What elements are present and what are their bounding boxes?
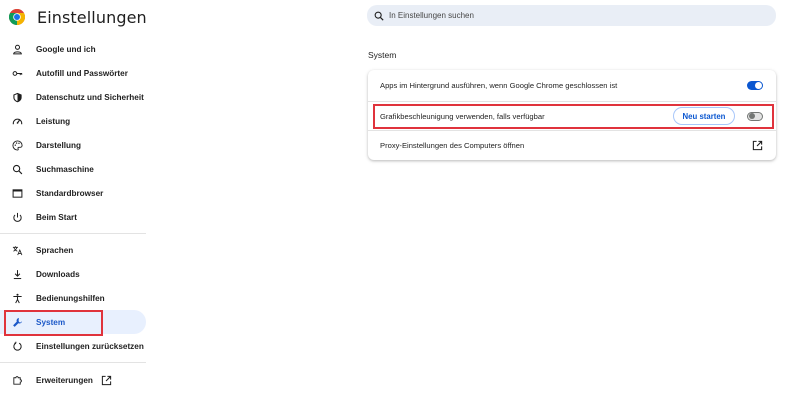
accessibility-icon xyxy=(13,293,22,303)
sidebar-item-google-und-ich[interactable]: Google und ich xyxy=(0,37,146,61)
speedometer-icon xyxy=(12,118,23,124)
app-title: Einstellungen xyxy=(37,7,147,27)
sidebar-item-label: Darstellung xyxy=(36,140,82,150)
background-apps-toggle[interactable] xyxy=(747,81,763,90)
sidebar-item-label: Downloads xyxy=(36,269,80,279)
search-icon xyxy=(374,11,384,21)
search-input[interactable] xyxy=(389,11,759,20)
setting-label: Grafikbeschleunigung verwenden, falls ve… xyxy=(380,111,545,121)
search-bar[interactable] xyxy=(367,5,776,26)
header: Einstellungen xyxy=(9,6,147,28)
toggle-knob xyxy=(749,113,755,119)
person-icon xyxy=(13,44,22,54)
sidebar-item-label: Google und ich xyxy=(36,44,96,54)
sidebar-divider xyxy=(0,233,146,234)
sidebar-item-autofill[interactable]: Autofill und Passwörter xyxy=(0,61,146,85)
sidebar-divider xyxy=(0,362,146,363)
setting-label: Apps im Hintergrund ausführen, wenn Goog… xyxy=(380,81,618,90)
sidebar-item-zuruecksetzen[interactable]: Einstellungen zurücksetzen xyxy=(0,334,146,358)
reset-icon xyxy=(13,341,22,351)
open-in-new-icon[interactable] xyxy=(752,140,763,151)
setting-row-background-apps[interactable]: Apps im Hintergrund ausführen, wenn Goog… xyxy=(368,71,776,100)
key-icon xyxy=(12,70,23,76)
sidebar-item-bedienungshilfen[interactable]: Bedienungshilfen xyxy=(0,286,146,310)
sidebar-item-sprachen[interactable]: Sprachen xyxy=(0,238,146,262)
sidebar-item-datenschutz[interactable]: Datenschutz und Sicherheit xyxy=(0,85,146,109)
open-in-new-icon xyxy=(101,375,112,385)
chrome-logo-icon xyxy=(9,9,25,25)
setting-row-proxy[interactable]: Proxy-Einstellungen des Computers öffnen xyxy=(368,130,776,159)
sidebar-item-label: Einstellungen zurücksetzen xyxy=(36,341,144,351)
sidebar-item-label: Datenschutz und Sicherheit xyxy=(36,92,144,102)
sidebar-item-standardbrowser[interactable]: Standardbrowser xyxy=(0,181,146,205)
sidebar-item-label: Erweiterungen xyxy=(36,375,93,385)
wrench-icon xyxy=(13,317,23,327)
sidebar-item-system[interactable]: System xyxy=(0,310,146,334)
download-icon xyxy=(13,269,22,279)
sidebar-item-erweiterungen[interactable]: Erweiterungen xyxy=(0,368,146,392)
shield-icon xyxy=(13,92,22,102)
hardware-acceleration-toggle[interactable] xyxy=(747,111,763,121)
sidebar-item-downloads[interactable]: Downloads xyxy=(0,262,146,286)
palette-icon xyxy=(12,139,23,151)
toggle-knob xyxy=(755,82,762,89)
search-icon xyxy=(12,164,23,174)
puzzle-icon xyxy=(13,375,22,385)
sidebar-item-leistung[interactable]: Leistung xyxy=(0,109,146,133)
sidebar-item-label: Autofill und Passwörter xyxy=(36,68,128,78)
setting-row-hardware-acceleration[interactable]: Grafikbeschleunigung verwenden, falls ve… xyxy=(368,101,776,130)
sidebar-item-label: Suchmaschine xyxy=(36,164,94,174)
sidebar-item-darstellung[interactable]: Darstellung xyxy=(0,133,146,157)
sidebar-item-label: Sprachen xyxy=(36,245,74,255)
sidebar-item-label: Standardbrowser xyxy=(36,188,104,198)
restart-button[interactable]: Neu starten xyxy=(673,107,735,125)
sidebar-item-label: Beim Start xyxy=(36,212,77,222)
section-title: System xyxy=(368,50,397,60)
sidebar-item-suchmaschine[interactable]: Suchmaschine xyxy=(0,157,146,181)
sidebar-item-label: Bedienungshilfen xyxy=(36,293,105,303)
system-settings-card: Apps im Hintergrund ausführen, wenn Goog… xyxy=(368,70,776,160)
setting-label: Proxy-Einstellungen des Computers öffnen xyxy=(380,140,525,150)
sidebar-item-label: Leistung xyxy=(36,116,71,126)
power-icon xyxy=(13,212,22,222)
sidebar-item-label: System xyxy=(36,317,66,327)
browser-window-icon xyxy=(12,188,23,198)
sidebar-item-beim-start[interactable]: Beim Start xyxy=(0,205,146,229)
translate-icon xyxy=(12,245,23,255)
